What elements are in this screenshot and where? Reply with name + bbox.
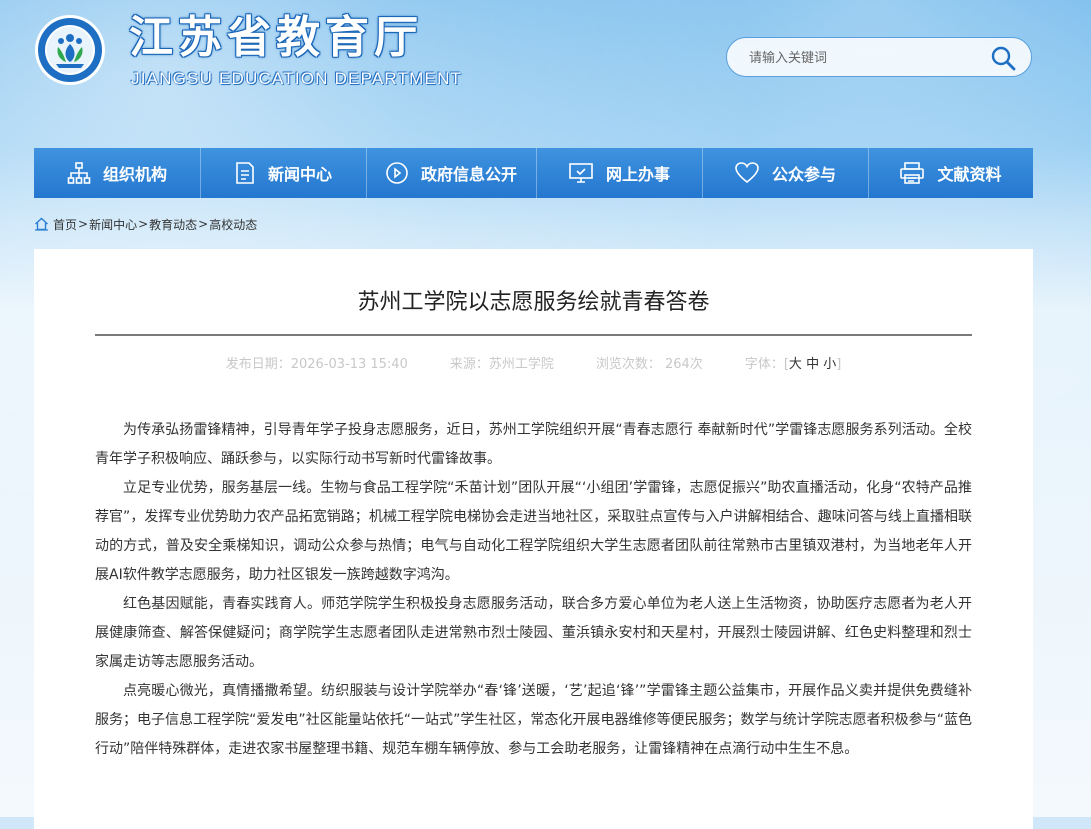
org-chart-icon: [67, 162, 91, 184]
font-size-large[interactable]: 大: [789, 357, 802, 372]
title-divider: [95, 334, 972, 336]
nav-item-public-participation[interactable]: 公众参与: [702, 148, 868, 198]
nav-item-documents[interactable]: 文献资料: [868, 148, 1033, 198]
search-button[interactable]: [989, 44, 1017, 72]
document-icon: [236, 162, 254, 184]
printer-icon: [900, 162, 925, 184]
breadcrumb-item-education-news[interactable]: 教育动态: [149, 216, 197, 233]
nav-label: 网上办事: [605, 165, 670, 184]
article-paragraph: 为传承弘扬雷锋精神，引导青年学子投身志愿服务，近日，苏州工学院组织开展“青春志愿…: [95, 422, 972, 467]
search-box: [726, 37, 1032, 77]
nav-item-online-service[interactable]: 网上办事: [536, 148, 702, 198]
play-circle-icon: [386, 162, 408, 184]
nav-item-org[interactable]: 组织机构: [34, 148, 200, 198]
font-size-medium[interactable]: 中: [806, 357, 819, 372]
department-logo[interactable]: [34, 14, 106, 86]
nav-label: 组织机构: [102, 165, 167, 184]
font-size-label: 字体：: [744, 357, 784, 372]
article-paragraph: 立足专业优势，服务基层一线。生物与食品工程学院“禾苗计划”团队开展“‘小组团’学…: [95, 480, 972, 583]
article-title: 苏州工学院以志愿服务绘就青春答卷: [357, 290, 710, 315]
monitor-icon: [569, 163, 593, 183]
breadcrumb-separator: >: [78, 217, 89, 231]
search-input[interactable]: [747, 47, 981, 69]
article-body: 为传承弘扬雷锋精神，引导青年学子投身志愿服务，近日，苏州工学院组织开展“青春志愿…: [95, 416, 972, 764]
article-meta: 发布日期：2026-03-13 15:40 来源：苏州工学院 浏览次数： 264次 字…: [225, 357, 842, 372]
heart-icon: [735, 162, 759, 184]
home-icon: [35, 217, 48, 231]
article-paragraph: 红色基因赋能，青春实践育人。师范学院学生积极投身志愿服务活动，联合多方爱心单位为…: [95, 596, 972, 670]
breadcrumb-separator: >: [198, 217, 209, 231]
article-panel: 苏州工学院以志愿服务绘就青春答卷 发布日期：2026-03-13 15:40 来源…: [34, 249, 1033, 829]
emblem-icon: [35, 15, 105, 85]
breadcrumb-home[interactable]: 首页: [53, 216, 77, 233]
publish-date: 发布日期：2026-03-13 15:40: [225, 357, 408, 372]
font-size-small[interactable]: 小: [823, 357, 836, 372]
breadcrumb: 首页 > 新闻中心 > 教育动态 > 高校动态: [34, 215, 257, 233]
site-subtitle: JIANGSU EDUCATION DEPARTMENT: [131, 69, 463, 88]
nav-label: 公众参与: [771, 165, 836, 184]
nav-label: 文献资料: [937, 165, 1002, 184]
nav-label: 政府信息公开: [420, 165, 517, 184]
article-source: 来源：苏州工学院: [449, 357, 554, 372]
nav-item-news[interactable]: 新闻中心: [200, 148, 366, 198]
search-icon: [991, 46, 1016, 71]
breadcrumb-separator: >: [138, 217, 149, 231]
breadcrumb-item-news-center[interactable]: 新闻中心: [89, 216, 137, 233]
site-title: 江苏省教育厅: [129, 12, 423, 63]
nav-label: 新闻中心: [267, 165, 332, 184]
view-count: 浏览次数： 264次: [595, 357, 703, 372]
breadcrumb-item-university-news[interactable]: 高校动态: [209, 216, 257, 233]
article-paragraph: 点亮暖心微光，真情播撒希望。纺织服装与设计学院举办“春‘锋’送暖，‘艺’起追‘锋…: [95, 683, 972, 757]
main-nav: 组织机构 新闻中心 政府信息公开 网上办事 公众参与 文献资料: [34, 148, 1033, 198]
nav-item-gov-info[interactable]: 政府信息公开: [366, 148, 536, 198]
